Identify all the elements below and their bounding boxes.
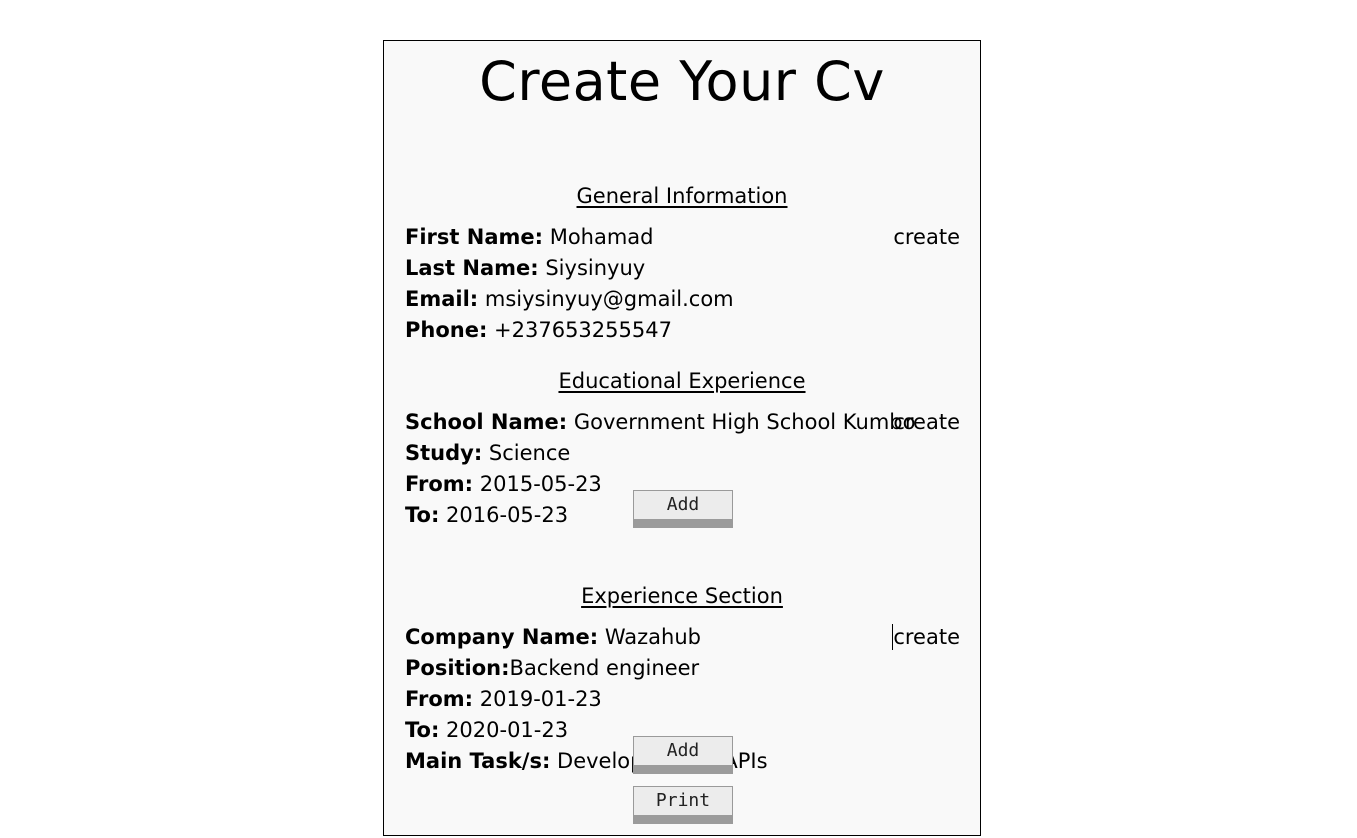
education-from-label: From: bbox=[405, 472, 474, 496]
position-label: Position: bbox=[405, 656, 510, 680]
education-add-button[interactable]: Add bbox=[633, 490, 733, 528]
company-name-label: Company Name: bbox=[405, 625, 599, 649]
page-title: Create Your Cv bbox=[479, 50, 885, 113]
experience-from-row: From: 2019-01-23 bbox=[405, 686, 602, 712]
education-heading: Educational Experience bbox=[558, 369, 806, 393]
company-name-row: Company Name: Wazahub bbox=[405, 624, 701, 650]
study-value: Science bbox=[482, 441, 571, 465]
cv-form-card: Create Your Cv General Information First… bbox=[383, 40, 981, 836]
education-from-row: From: 2015-05-23 bbox=[405, 471, 602, 497]
school-name-row: School Name: Government High School Kumb… bbox=[405, 409, 915, 435]
education-to-value: 2016-05-23 bbox=[439, 503, 569, 527]
print-button[interactable]: Print bbox=[633, 786, 733, 824]
email-label: Email: bbox=[405, 287, 479, 311]
experience-to-row: To: 2020-01-23 bbox=[405, 717, 568, 743]
position-value: Backend engineer bbox=[509, 656, 700, 680]
experience-heading: Experience Section bbox=[581, 584, 783, 608]
experience-from-value: 2019-01-23 bbox=[473, 687, 602, 711]
general-create-button[interactable]: create bbox=[893, 224, 960, 250]
study-label: Study: bbox=[405, 441, 483, 465]
position-row: Position:Backend engineer bbox=[405, 655, 699, 681]
education-to-label: To: bbox=[405, 503, 440, 527]
first-name-label: First Name: bbox=[405, 225, 544, 249]
education-to-row: To: 2016-05-23 bbox=[405, 502, 568, 528]
first-name-row: First Name: Mohamad bbox=[405, 224, 654, 250]
school-name-label: School Name: bbox=[405, 410, 568, 434]
experience-to-label: To: bbox=[405, 718, 440, 742]
study-row: Study: Science bbox=[405, 440, 570, 466]
school-name-value: Government High School Kumbo bbox=[567, 410, 916, 434]
company-name-value: Wazahub bbox=[598, 625, 701, 649]
experience-add-button[interactable]: Add bbox=[633, 736, 733, 774]
last-name-row: Last Name: Siysinyuy bbox=[405, 255, 645, 281]
phone-label: Phone: bbox=[405, 318, 488, 342]
experience-to-value: 2020-01-23 bbox=[439, 718, 569, 742]
phone-row: Phone: +237653255547 bbox=[405, 317, 672, 343]
experience-create-button[interactable]: create bbox=[892, 624, 960, 650]
email-value: msiysinyuy@gmail.com bbox=[478, 287, 734, 311]
experience-from-label: From: bbox=[405, 687, 474, 711]
general-info-heading: General Information bbox=[576, 184, 788, 208]
first-name-value: Mohamad bbox=[543, 225, 654, 249]
education-create-button[interactable]: create bbox=[893, 409, 960, 435]
email-row: Email: msiysinyuy@gmail.com bbox=[405, 286, 734, 312]
main-tasks-label: Main Task/s: bbox=[405, 749, 551, 773]
phone-value: +237653255547 bbox=[487, 318, 672, 342]
last-name-value: Siysinyuy bbox=[538, 256, 646, 280]
education-from-value: 2015-05-23 bbox=[473, 472, 602, 496]
last-name-label: Last Name: bbox=[405, 256, 539, 280]
